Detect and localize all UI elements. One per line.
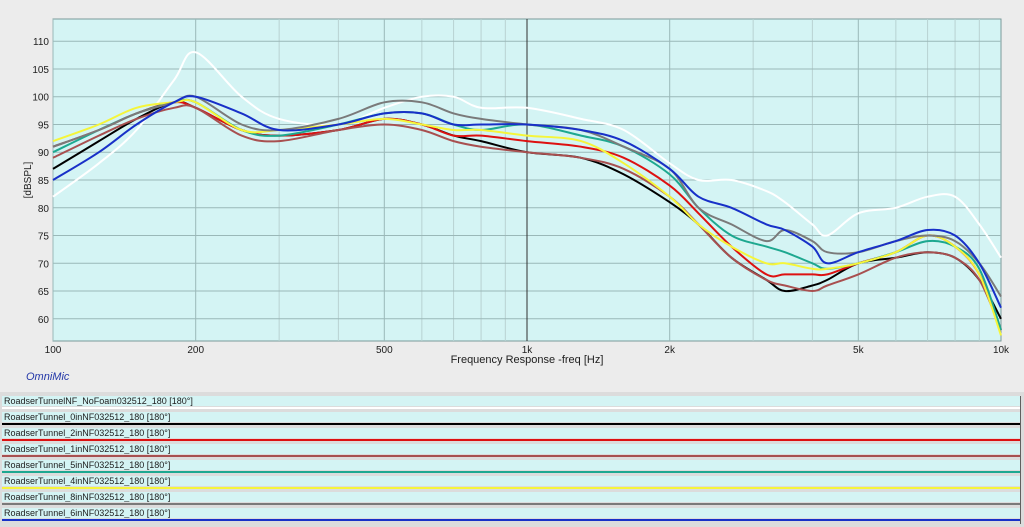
legend-item-label: RoadserTunnel_1inNF032512_180 [180°]: [4, 444, 171, 454]
legend-item-label: RoadserTunnel_0inNF032512_180 [180°]: [4, 412, 171, 422]
legend-swatch: [2, 407, 1020, 409]
legend-swatch: [2, 439, 1020, 441]
legend-item-label: RoadserTunnel_2inNF032512_180 [180°]: [4, 428, 171, 438]
legend-item-label: RoadserTunnel_8inNF032512_180 [180°]: [4, 492, 171, 502]
y-tick-label: 60: [38, 315, 50, 326]
y-axis-label: [dBSPL]: [23, 161, 34, 198]
legend-item[interactable]: RoadserTunnel_4inNF032512_180 [180°]: [2, 476, 1020, 486]
legend-item[interactable]: RoadserTunnel_2inNF032512_180 [180°]: [2, 428, 1020, 438]
x-tick-label: 2k: [664, 345, 676, 356]
legend-swatch: [2, 455, 1020, 457]
x-tick-label: 10k: [993, 345, 1010, 356]
legend-swatch: [2, 423, 1020, 425]
y-tick-label: 105: [32, 65, 49, 76]
legend-item-label: RoadserTunnel_6inNF032512_180 [180°]: [4, 508, 171, 518]
legend-item-label: RoadserTunnelNF_NoFoam032512_180 [180°]: [4, 396, 193, 406]
legend-item-label: RoadserTunnel_4inNF032512_180 [180°]: [4, 476, 171, 486]
legend-item[interactable]: RoadserTunnelNF_NoFoam032512_180 [180°]: [2, 396, 1020, 406]
y-tick-label: 110: [33, 37, 49, 48]
legend-item[interactable]: RoadserTunnel_6inNF032512_180 [180°]: [2, 508, 1020, 518]
omnimic-brand: OmniMic: [26, 371, 70, 383]
legend-item[interactable]: RoadserTunnel_1inNF032512_180 [180°]: [2, 444, 1020, 454]
y-tick-label: 75: [38, 232, 50, 243]
x-tick-label: 100: [45, 345, 62, 356]
legend-swatch: [2, 487, 1020, 489]
x-tick-label: 5k: [853, 345, 865, 356]
y-tick-label: 90: [38, 148, 50, 159]
legend-swatch: [2, 503, 1020, 505]
frequency-response-chart: 6065707580859095100105110100 200 500 1k 2k 5k…: [23, 18, 1010, 366]
legend-swatch: [2, 519, 1020, 521]
legend-item[interactable]: RoadserTunnel_8inNF032512_180 [180°]: [2, 492, 1020, 502]
y-tick-label: 65: [38, 287, 50, 298]
legend-item[interactable]: RoadserTunnel_0inNF032512_180 [180°]: [2, 412, 1020, 422]
y-tick-label: 80: [38, 204, 50, 215]
x-tick-label: 500: [376, 345, 393, 356]
legend-item[interactable]: RoadserTunnel_5inNF032512_180 [180°]: [2, 460, 1020, 470]
y-tick-label: 95: [38, 120, 50, 131]
legend-swatch: [2, 471, 1020, 473]
y-tick-label: 85: [38, 176, 50, 187]
legend-divider: [1020, 396, 1021, 524]
x-tick-label: 200: [187, 345, 204, 356]
x-axis-label: Frequency Response -freq [Hz]: [451, 354, 604, 366]
legend-item-label: RoadserTunnel_5inNF032512_180 [180°]: [4, 460, 171, 470]
y-tick-label: 100: [32, 93, 49, 104]
y-tick-label: 70: [38, 259, 50, 270]
